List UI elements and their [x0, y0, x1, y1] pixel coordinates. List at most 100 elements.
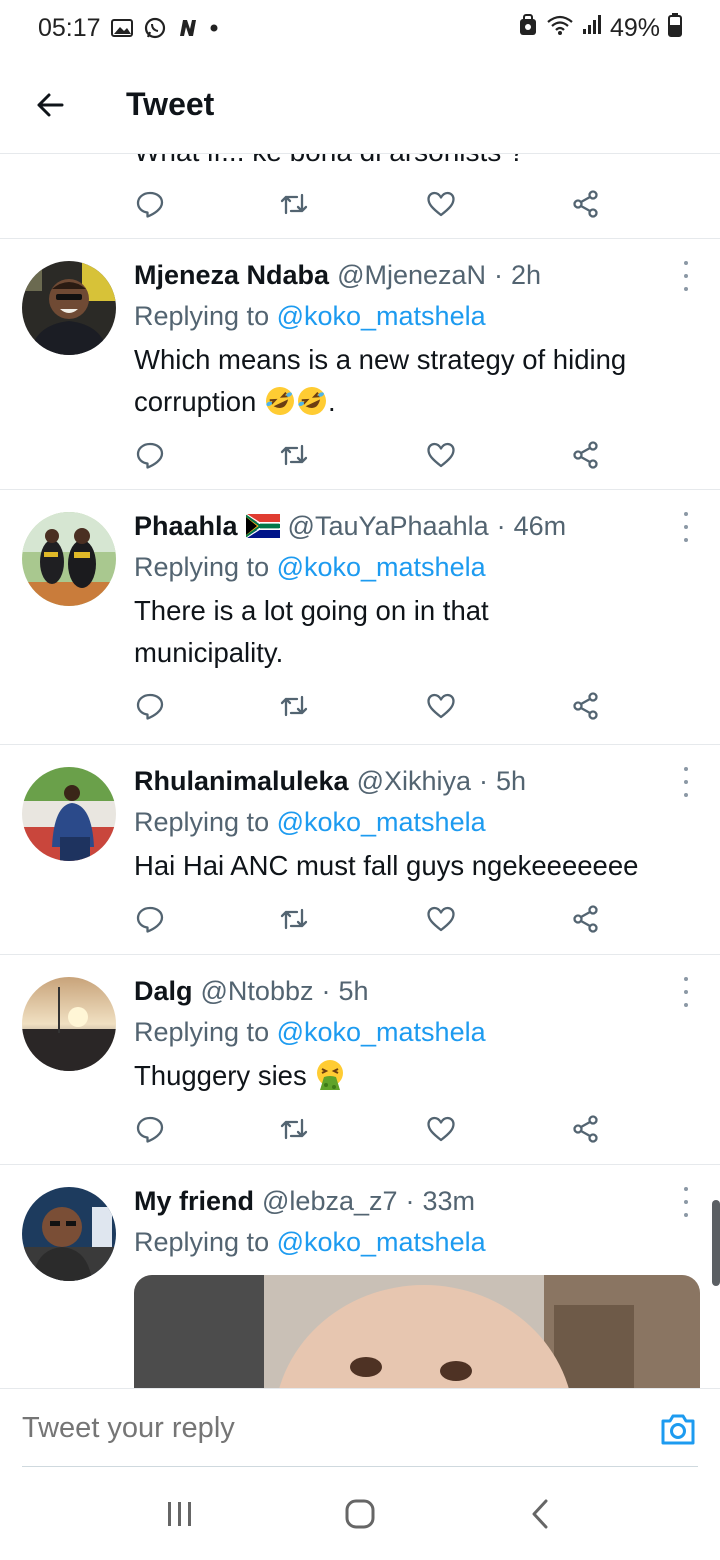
reply-icon	[136, 693, 164, 720]
replying-to: Replying to @koko_matshela	[134, 1011, 690, 1053]
camera-button[interactable]	[658, 1409, 698, 1449]
clock: 05:17	[38, 13, 101, 42]
like-button[interactable]	[413, 176, 469, 232]
avatar[interactable]	[22, 767, 116, 861]
share-button[interactable]	[558, 1101, 614, 1157]
timestamp[interactable]: 5h	[496, 761, 526, 801]
display-name[interactable]: My friend	[134, 1181, 254, 1221]
like-button[interactable]	[413, 1101, 469, 1157]
tweet-text: Hai Hai ANC must fall guys ngekeeeeeee	[134, 850, 639, 881]
timestamp[interactable]: 2h	[511, 255, 541, 295]
status-bar: 05:17 49%	[0, 0, 720, 56]
tweet-body: My friend @lebza_z7 · 33m Replying to @k…	[134, 1181, 690, 1263]
retweet-button[interactable]	[266, 891, 322, 947]
tweet-feed[interactable]: What if... ke bona di arsonists ? Mjenez…	[0, 154, 720, 1388]
share-button[interactable]	[558, 891, 614, 947]
like-icon	[427, 693, 455, 719]
home-button[interactable]	[320, 1474, 400, 1554]
mention-link[interactable]: @koko_matshela	[277, 1017, 486, 1047]
retweet-icon	[280, 193, 308, 215]
reply-input[interactable]	[22, 1412, 658, 1445]
mention-link[interactable]: @koko_matshela	[277, 301, 486, 331]
avatar[interactable]	[22, 512, 116, 606]
timestamp[interactable]: 5h	[338, 971, 368, 1011]
tweet-text-content: Thuggery sies	[134, 1060, 307, 1091]
tweet-card[interactable]: Phaahla @TauYaPhaahla · 46m Replying to …	[0, 489, 720, 744]
vomiting-face-emoji	[317, 1060, 344, 1090]
retweet-icon	[280, 444, 308, 466]
tweet-media-image[interactable]	[134, 1275, 700, 1388]
back-button[interactable]	[0, 56, 100, 154]
clipped-tweet-text: What if... ke bona di arsonists ?	[134, 154, 525, 168]
reply-icon	[136, 906, 164, 933]
home-icon	[345, 1499, 375, 1529]
display-name[interactable]: Dalg	[134, 971, 193, 1011]
tweet-card[interactable]: My friend @lebza_z7 · 33m Replying to @k…	[0, 1164, 720, 1388]
share-button[interactable]	[558, 176, 614, 232]
mention-link[interactable]: @koko_matshela	[277, 807, 486, 837]
tweet-body: Mjeneza Ndaba @MjenezaN · 2h Replying to…	[134, 255, 690, 423]
tweet-card[interactable]: Mjeneza Ndaba @MjenezaN · 2h Replying to…	[0, 238, 720, 489]
reply-composer	[0, 1388, 720, 1468]
user-handle[interactable]: @TauYaPhaahla	[288, 506, 489, 546]
more-options-icon[interactable]	[680, 512, 692, 542]
wifi-icon	[546, 14, 574, 43]
tweet-meta: Mjeneza Ndaba @MjenezaN · 2h	[134, 255, 690, 295]
avatar[interactable]	[22, 1187, 116, 1281]
retweet-button[interactable]	[266, 176, 322, 232]
back-arrow-icon	[37, 93, 64, 116]
more-options-icon[interactable]	[680, 767, 692, 797]
replying-prefix: Replying to	[134, 552, 277, 582]
mention-link[interactable]: @koko_matshela	[277, 552, 486, 582]
retweet-button[interactable]	[266, 1101, 322, 1157]
share-button[interactable]	[558, 678, 614, 734]
display-name[interactable]: Rhulanimaluleka	[134, 761, 349, 801]
tweet-card[interactable]: Rhulanimaluleka @Xikhiya · 5h Replying t…	[0, 744, 720, 954]
more-options-icon[interactable]	[680, 261, 692, 291]
mention-link[interactable]: @koko_matshela	[277, 1227, 486, 1257]
reply-button[interactable]	[122, 891, 178, 947]
tweet-card[interactable]: Dalg @Ntobbz · 5h Replying to @koko_mats…	[0, 954, 720, 1164]
like-button[interactable]	[413, 427, 469, 483]
user-handle[interactable]: @lebza_z7	[262, 1181, 398, 1221]
share-icon	[573, 441, 598, 469]
retweet-button[interactable]	[266, 678, 322, 734]
tweet-text: There is a lot going on in that municipa…	[134, 595, 489, 668]
nav-back-button[interactable]	[500, 1474, 580, 1554]
recent-apps-button[interactable]	[140, 1474, 220, 1554]
user-handle[interactable]: @MjenezaN	[337, 255, 486, 295]
tweet-actions	[0, 176, 720, 232]
share-icon	[573, 190, 598, 218]
timestamp[interactable]: 46m	[514, 506, 567, 546]
tweet-text: Which means is a new strategy of hiding …	[134, 339, 690, 423]
display-name[interactable]: Phaahla	[134, 506, 238, 546]
more-options-icon[interactable]	[680, 1187, 692, 1217]
battery-icon	[668, 12, 682, 44]
display-name[interactable]: Mjeneza Ndaba	[134, 255, 329, 295]
reply-button[interactable]	[122, 176, 178, 232]
user-handle[interactable]: @Xikhiya	[357, 761, 471, 801]
reply-button[interactable]	[122, 678, 178, 734]
reply-button[interactable]	[122, 427, 178, 483]
retweet-icon	[280, 908, 308, 930]
retweet-icon	[280, 1118, 308, 1140]
like-button[interactable]	[413, 678, 469, 734]
scrollbar-thumb[interactable]	[712, 1200, 720, 1286]
retweet-button[interactable]	[266, 427, 322, 483]
tweet-actions	[0, 1101, 720, 1157]
avatar[interactable]	[22, 261, 116, 355]
more-options-icon[interactable]	[680, 977, 692, 1007]
reply-button[interactable]	[122, 1101, 178, 1157]
share-icon	[573, 905, 598, 933]
tweet-meta: Phaahla @TauYaPhaahla · 46m	[134, 506, 690, 546]
reply-icon	[136, 442, 164, 469]
news-icon	[177, 17, 199, 39]
separator-dot: ·	[496, 511, 506, 541]
timestamp[interactable]: 33m	[423, 1181, 476, 1221]
avatar[interactable]	[22, 977, 116, 1071]
like-button[interactable]	[413, 891, 469, 947]
share-button[interactable]	[558, 427, 614, 483]
tweet-body: Phaahla @TauYaPhaahla · 46m Replying to …	[134, 506, 690, 674]
like-icon	[427, 1116, 455, 1142]
user-handle[interactable]: @Ntobbz	[201, 971, 314, 1011]
